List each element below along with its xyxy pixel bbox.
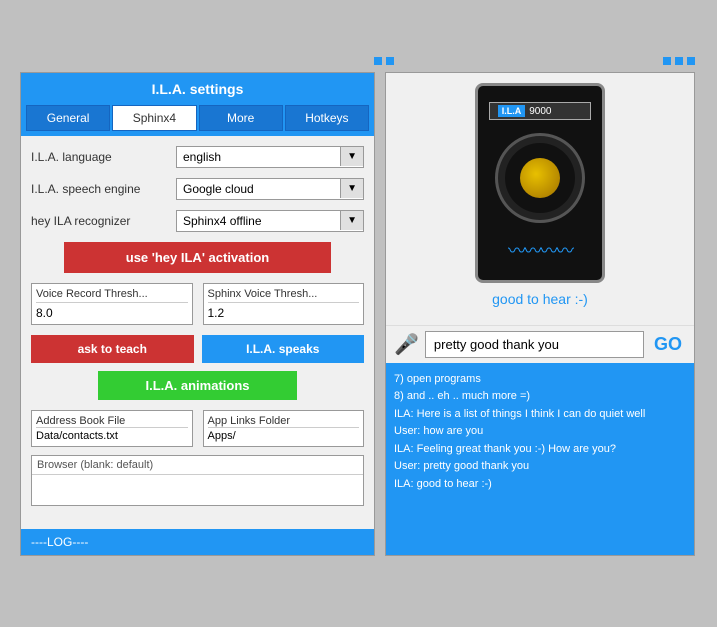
browser-label: Browser (blank: default) xyxy=(32,456,363,475)
browser-input[interactable] xyxy=(32,475,363,505)
chat-line-3: ILA: Here is a list of things I think I … xyxy=(394,406,686,423)
speech-engine-arrow[interactable]: ▼ xyxy=(340,179,363,198)
activation-button[interactable]: use 'hey ILA' activation xyxy=(64,242,330,273)
voice-threshold-label: Voice Record Thresh... xyxy=(36,288,188,303)
panel-title: I.L.A. settings xyxy=(21,73,374,105)
address-book-value: Data/contacts.txt xyxy=(36,430,188,442)
recognizer-value: Sphinx4 offline xyxy=(177,211,340,231)
chat-line-0: 7) open programs xyxy=(394,371,686,388)
address-book-box: Address Book File Data/contacts.txt xyxy=(31,410,193,447)
robot-eye-outer xyxy=(505,143,575,213)
tab-hotkeys[interactable]: Hotkeys xyxy=(285,105,369,131)
applinks-box: App Links Folder Apps/ xyxy=(203,410,365,447)
address-book-label: Address Book File xyxy=(36,415,188,428)
dot-1 xyxy=(374,57,382,65)
chat-line-5: ILA: Feeling great thank you :-) How are… xyxy=(394,441,686,458)
language-arrow[interactable]: ▼ xyxy=(340,147,363,166)
language-select[interactable]: english ▼ xyxy=(176,146,364,168)
threshold-row: Voice Record Thresh... 8.0 Sphinx Voice … xyxy=(31,283,364,325)
browser-row: Browser (blank: default) xyxy=(31,455,364,506)
left-panel: I.L.A. settings General Sphinx4 More Hot… xyxy=(20,72,375,556)
robot-wave: 〰〰〰〰 xyxy=(508,237,572,263)
file-row: Address Book File Data/contacts.txt App … xyxy=(31,410,364,447)
input-row: 🎤 GO xyxy=(386,325,694,363)
applinks-label: App Links Folder xyxy=(208,415,360,428)
chat-line-6: User: pretty good thank you xyxy=(394,458,686,475)
dot-2 xyxy=(386,57,394,65)
tab-general[interactable]: General xyxy=(26,105,110,131)
chat-log: 7) open programs 8) and .. eh .. much mo… xyxy=(386,363,694,555)
speech-engine-label: I.L.A. speech engine xyxy=(31,182,176,196)
robot-eye-inner xyxy=(520,158,560,198)
chat-line-7: ILA: good to hear :-) xyxy=(394,476,686,493)
tabs-row: General Sphinx4 More Hotkeys xyxy=(21,105,374,136)
recognizer-arrow[interactable]: ▼ xyxy=(340,211,363,230)
language-label: I.L.A. language xyxy=(31,150,176,164)
action-buttons-row: ask to teach I.L.A. speaks xyxy=(31,335,364,363)
robot-screen: I.L.A 9000 〰〰〰〰 xyxy=(475,83,605,283)
robot-label-ila: I.L.A xyxy=(498,105,526,117)
recognizer-row: hey ILA recognizer Sphinx4 offline ▼ xyxy=(31,210,364,232)
top-dots-right xyxy=(663,57,695,65)
status-text: good to hear :-) xyxy=(492,291,588,307)
dot-3 xyxy=(663,57,671,65)
sphinx-threshold-value: 1.2 xyxy=(208,306,360,320)
dot-5 xyxy=(687,57,695,65)
chat-line-4: User: how are you xyxy=(394,423,686,440)
voice-threshold-value: 8.0 xyxy=(36,306,188,320)
speech-engine-select[interactable]: Google cloud ▼ xyxy=(176,178,364,200)
top-dots-left xyxy=(374,57,394,65)
language-row: I.L.A. language english ▼ xyxy=(31,146,364,168)
chat-line-1: 8) and .. eh .. much more =) xyxy=(394,388,686,405)
tab-more[interactable]: More xyxy=(199,105,283,131)
recognizer-label: hey ILA recognizer xyxy=(31,214,176,228)
speech-engine-row: I.L.A. speech engine Google cloud ▼ xyxy=(31,178,364,200)
recognizer-select[interactable]: Sphinx4 offline ▼ xyxy=(176,210,364,232)
robot-label-bar: I.L.A 9000 xyxy=(489,102,592,120)
dot-4 xyxy=(675,57,683,65)
mic-icon[interactable]: 🎤 xyxy=(394,332,419,357)
robot-label-num: 9000 xyxy=(529,106,551,117)
log-bar: ----LOG---- xyxy=(21,529,374,555)
settings-body: I.L.A. language english ▼ I.L.A. speech … xyxy=(21,136,374,524)
robot-eye-container xyxy=(495,133,585,223)
text-input[interactable] xyxy=(425,331,644,358)
teach-button[interactable]: ask to teach xyxy=(31,335,194,363)
language-value: english xyxy=(177,147,340,167)
sphinx-threshold-box: Sphinx Voice Thresh... 1.2 xyxy=(203,283,365,325)
right-panel: I.L.A 9000 〰〰〰〰 good to hear :-) 🎤 GO xyxy=(385,72,695,556)
applinks-value: Apps/ xyxy=(208,430,360,442)
sphinx-threshold-label: Sphinx Voice Thresh... xyxy=(208,288,360,303)
animations-button[interactable]: I.L.A. animations xyxy=(98,371,298,400)
go-button[interactable]: GO xyxy=(650,334,686,355)
robot-display: I.L.A 9000 〰〰〰〰 good to hear :-) xyxy=(386,73,694,325)
voice-threshold-box: Voice Record Thresh... 8.0 xyxy=(31,283,193,325)
speaks-button[interactable]: I.L.A. speaks xyxy=(202,335,365,363)
speech-engine-value: Google cloud xyxy=(177,179,340,199)
tab-sphinx4[interactable]: Sphinx4 xyxy=(112,105,196,131)
